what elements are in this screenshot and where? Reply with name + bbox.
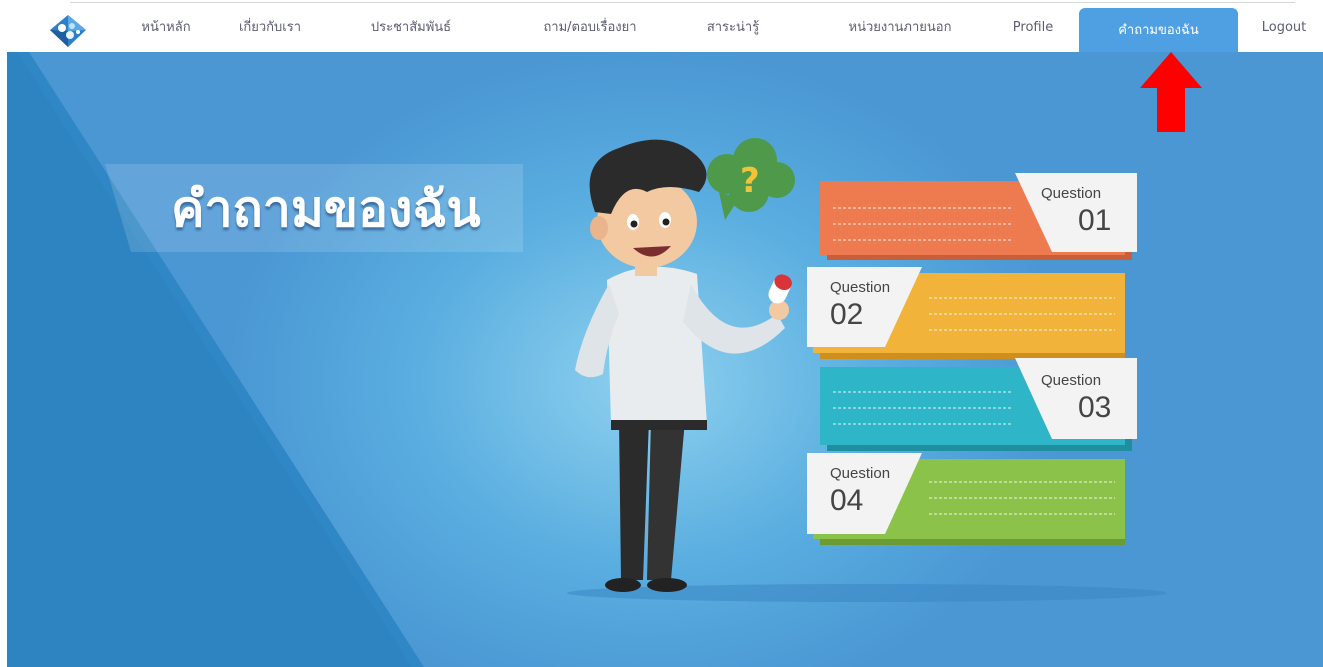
- question-02-number: 02: [830, 298, 864, 331]
- red-up-arrow-icon: [1140, 52, 1202, 132]
- question-04-label: Question: [830, 465, 891, 482]
- nav-knowledge[interactable]: สาระน่ารู้: [703, 16, 763, 40]
- my-questions-banner: ? คำถามของฉัน Question 01 Question 02 Qu…: [7, 52, 1323, 667]
- question-01-label: Question: [1041, 185, 1102, 202]
- question-03-label: Question: [1041, 372, 1102, 389]
- nav-logout[interactable]: Logout: [1256, 16, 1312, 40]
- top-divider: [70, 2, 1295, 3]
- nav-drug-qa[interactable]: ถาม/ตอบเรื่องยา: [534, 16, 646, 40]
- svg-text:?: ?: [740, 161, 760, 201]
- nav-my-questions[interactable]: คำถามของฉัน: [1079, 8, 1238, 53]
- nav-external-agencies[interactable]: หน่วยงานภายนอก: [840, 16, 960, 40]
- nav-profile[interactable]: Profile: [1010, 16, 1056, 40]
- question-01-number: 01: [1078, 204, 1112, 237]
- question-bubble-icon: ?: [707, 138, 795, 220]
- question-04-number: 04: [830, 484, 864, 517]
- question-03-number: 03: [1078, 391, 1112, 424]
- site-logo[interactable]: [48, 14, 88, 48]
- page-title: คำถามของฉัน: [171, 180, 481, 238]
- nav-about-us[interactable]: เกี่ยวกับเรา: [228, 16, 312, 40]
- top-navigation: หน้าหลัก เกี่ยวกับเรา ประชาสัมพันธ์ ถาม/…: [0, 4, 1323, 53]
- banner-artwork: ?: [7, 52, 1167, 667]
- nav-public-relations[interactable]: ประชาสัมพันธ์: [363, 16, 459, 40]
- question-02-label: Question: [830, 279, 891, 296]
- nav-home[interactable]: หน้าหลัก: [138, 16, 194, 40]
